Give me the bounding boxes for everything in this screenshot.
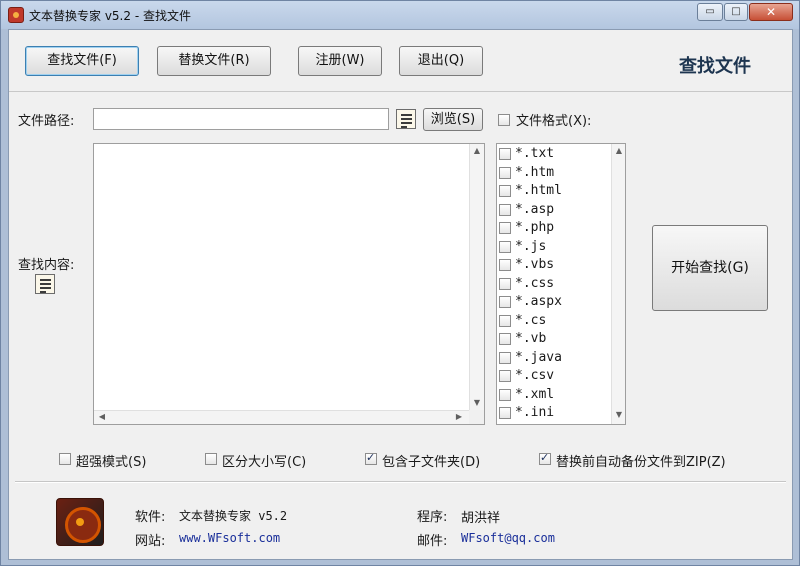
footer-divider [15, 481, 786, 483]
format-item[interactable]: *.vb [497, 330, 609, 348]
search-content-label: 查找内容: [18, 258, 75, 273]
app-window: 文本替换专家 v5.2 - 查找文件 ▭ □ ✕ 查找文件(F) 替换文件(R)… [0, 0, 800, 566]
format-item[interactable]: *.js [497, 238, 609, 256]
format-item-checkbox[interactable] [499, 407, 511, 419]
file-format-list[interactable]: ▲ ▼ *.txt *.htm *.html *.asp *.php *.js *.vbs *… [496, 143, 626, 425]
scroll-right-arrow-icon[interactable]: ▶ [452, 412, 466, 421]
file-format-checkbox[interactable] [498, 114, 510, 126]
strong-mode-checkbox[interactable] [59, 453, 71, 465]
maximize-button[interactable]: □ [724, 3, 748, 21]
format-item-checkbox[interactable] [499, 351, 511, 364]
format-item-checkbox[interactable] [499, 314, 511, 327]
format-item-checkbox[interactable] [499, 277, 511, 290]
format-item-checkbox[interactable] [499, 166, 511, 179]
format-item-checkbox[interactable] [499, 296, 511, 308]
email-label: 邮件: [417, 534, 448, 549]
format-item-label: *.asp [515, 201, 555, 217]
format-item-checkbox[interactable] [499, 259, 511, 271]
file-path-input[interactable] [93, 108, 389, 130]
format-item[interactable]: *.csv [497, 367, 609, 385]
format-item[interactable]: *.ini [497, 404, 609, 422]
search-content-textarea[interactable] [93, 143, 485, 425]
format-item-checkbox[interactable] [499, 388, 511, 401]
format-list-scrollbar[interactable]: ▲ ▼ [611, 144, 625, 424]
format-item-label: *.html [515, 183, 562, 198]
mode-title: 查找文件 [679, 56, 751, 77]
format-item-label: *.java [515, 349, 562, 365]
format-item-checkbox[interactable] [499, 333, 511, 345]
software-value: 文本替换专家 v5.2 [179, 509, 288, 523]
format-item-label: *.vbs [515, 257, 555, 272]
website-link[interactable]: www.WFsoft.com [179, 531, 280, 545]
browse-button[interactable]: 浏览(S) [423, 108, 483, 131]
scroll-corner [469, 410, 484, 424]
window-title: 文本替换专家 v5.2 - 查找文件 [29, 9, 191, 23]
format-item-label: *.csv [515, 368, 555, 383]
list-scroll-down-arrow-icon[interactable]: ▼ [612, 410, 625, 419]
scroll-down-arrow-icon[interactable]: ▼ [470, 398, 484, 407]
scroll-up-arrow-icon[interactable]: ▲ [470, 146, 484, 155]
format-item-checkbox[interactable] [499, 148, 511, 160]
auto-backup-checkbox[interactable] [539, 451, 551, 465]
client-area: 查找文件(F) 替换文件(R) 注册(W) 退出(Q) 查找文件 文件路径: 浏… [8, 29, 793, 560]
toolbar: 查找文件(F) 替换文件(R) 注册(W) 退出(Q) 查找文件 [9, 30, 792, 92]
start-search-button[interactable]: 开始查找(G) [652, 225, 768, 311]
content-vertical-scrollbar[interactable]: ▲ ▼ [469, 144, 484, 410]
format-item[interactable]: *.html [497, 182, 609, 200]
format-item-checkbox[interactable] [499, 240, 511, 253]
format-item[interactable]: *.css [497, 275, 609, 293]
path-list-icon[interactable] [396, 109, 416, 129]
format-item[interactable]: *.cs [497, 312, 609, 330]
include-subfolders-label: 包含子文件夹(D) [382, 455, 481, 470]
format-item[interactable]: *.asp [497, 201, 609, 219]
register-button[interactable]: 注册(W) [298, 46, 382, 76]
format-item[interactable]: *.vbs [497, 256, 609, 274]
format-item[interactable]: *.aspx [497, 293, 609, 311]
minimize-button[interactable]: ▭ [697, 3, 723, 21]
format-item-checkbox[interactable] [499, 370, 511, 382]
format-item-label: *.aspx [515, 294, 562, 309]
format-item-label: *.css [515, 275, 555, 291]
file-path-label: 文件路径: [18, 114, 75, 129]
software-label: 软件: [135, 510, 166, 525]
close-button[interactable]: ✕ [749, 3, 793, 21]
format-item-label: *.htm [515, 164, 555, 180]
app-logo-icon-large [56, 498, 104, 546]
auto-backup-label: 替换前自动备份文件到ZIP(Z) [556, 455, 726, 470]
format-item-label: *.cs [515, 312, 547, 328]
author-value: 胡洪祥 [461, 511, 501, 526]
app-logo-icon [8, 7, 24, 23]
author-label: 程序: [417, 510, 448, 525]
format-item-checkbox[interactable] [499, 222, 511, 234]
format-item-label: *.txt [515, 146, 555, 161]
exit-button[interactable]: 退出(Q) [399, 46, 483, 76]
format-item-checkbox[interactable] [499, 203, 511, 216]
case-sensitive-checkbox[interactable] [205, 453, 217, 465]
find-files-button[interactable]: 查找文件(F) [25, 46, 139, 76]
content-list-icon[interactable] [35, 274, 55, 294]
file-format-label: 文件格式(X): [516, 114, 592, 129]
list-scroll-up-arrow-icon[interactable]: ▲ [612, 146, 625, 155]
format-item[interactable]: *.htm [497, 164, 609, 182]
format-item-label: *.xml [515, 386, 555, 402]
replace-files-button[interactable]: 替换文件(R) [157, 46, 271, 76]
format-item[interactable]: *.java [497, 349, 609, 367]
format-item-label: *.js [515, 238, 547, 254]
title-bar[interactable]: 文本替换专家 v5.2 - 查找文件 ▭ □ ✕ [1, 1, 799, 29]
format-item-label: *.ini [515, 405, 555, 420]
format-item[interactable]: *.xml [497, 386, 609, 404]
format-item[interactable]: *.php [497, 219, 609, 237]
scroll-left-arrow-icon[interactable]: ◀ [95, 412, 109, 421]
format-item-checkbox[interactable] [499, 185, 511, 197]
strong-mode-label: 超强模式(S) [76, 455, 147, 470]
content-horizontal-scrollbar[interactable]: ◀ ▶ [94, 410, 469, 424]
case-sensitive-label: 区分大小写(C) [222, 455, 307, 470]
email-link[interactable]: WFsoft@qq.com [461, 531, 555, 545]
format-item-label: *.vb [515, 331, 547, 346]
include-subfolders-checkbox[interactable] [365, 451, 377, 465]
format-item[interactable]: *.txt [497, 145, 609, 163]
format-item-label: *.php [515, 220, 555, 235]
website-label: 网站: [135, 534, 166, 549]
